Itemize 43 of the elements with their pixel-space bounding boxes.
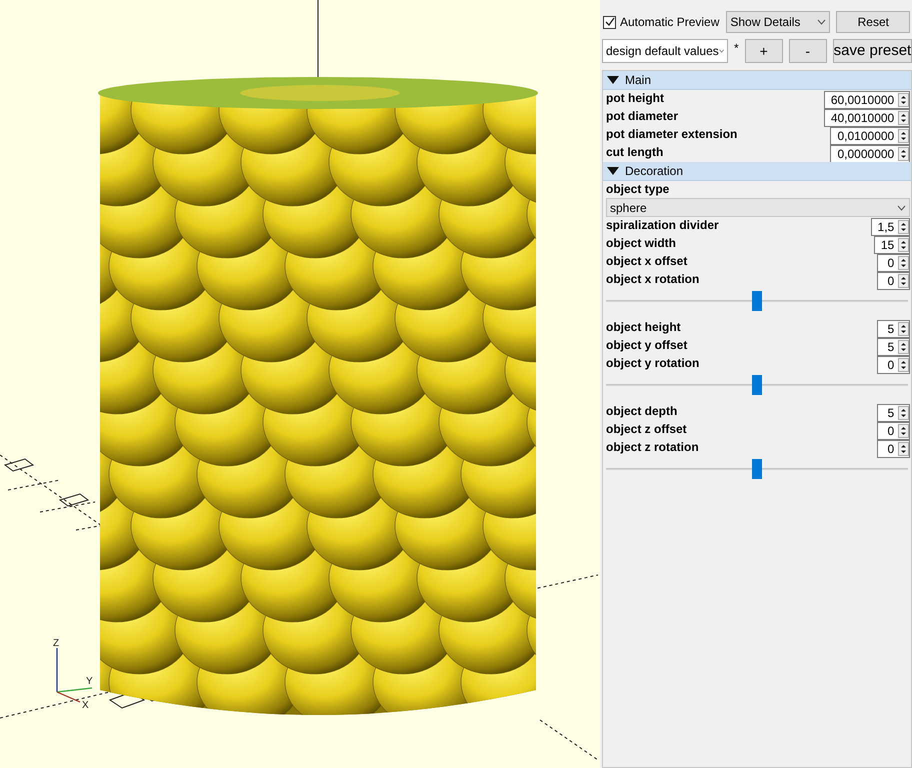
automatic-preview-checkbox[interactable]: Automatic Preview <box>602 13 720 31</box>
preset-dropdown[interactable]: design default values <box>602 39 728 63</box>
parameter-label: object type <box>606 181 670 198</box>
parameter-label: cut length <box>606 144 664 160</box>
parameter-label: object z rotation <box>606 439 699 455</box>
number-spinbox[interactable]: 60,0010000 <box>824 91 910 109</box>
object-type-dropdown[interactable]: sphere <box>606 198 910 217</box>
number-spinbox[interactable]: 1,5 <box>870 218 910 236</box>
number-spinbox[interactable]: 0,0100000 <box>830 127 910 145</box>
number-spinbox[interactable]: 40,0010000 <box>824 109 910 127</box>
add-preset-button[interactable]: + <box>744 39 783 63</box>
number-spinbox[interactable]: 0 <box>877 422 910 440</box>
parameter-label: object x rotation <box>606 271 700 287</box>
parameter-label: object width <box>606 235 676 251</box>
number-spinbox[interactable]: 15 <box>874 236 910 254</box>
number-spinbox[interactable]: 0 <box>877 440 910 458</box>
parameter-label: object y offset <box>606 337 688 353</box>
axis-label: Y <box>86 676 93 687</box>
number-spinbox[interactable]: 5 <box>877 338 910 356</box>
parameter-label: object depth <box>606 403 678 419</box>
section-header[interactable]: Decoration <box>603 162 912 181</box>
section-header[interactable]: Main <box>603 71 912 90</box>
parameter-label: spiralization divider <box>606 217 719 233</box>
parameter-label: object y rotation <box>606 355 700 371</box>
axis-label: X <box>82 700 89 711</box>
parameter-label: pot diameter extension <box>606 126 738 142</box>
modified-marker: * <box>734 40 739 57</box>
remove-preset-button[interactable]: - <box>788 39 827 63</box>
number-spinbox[interactable]: 5 <box>877 404 910 422</box>
number-spinbox[interactable]: 0 <box>877 272 910 290</box>
axis-label: Z <box>53 638 60 649</box>
number-spinbox[interactable]: 0 <box>877 356 910 374</box>
parameter-label: pot height <box>606 90 664 106</box>
parameter-label: object z offset <box>606 421 687 437</box>
number-spinbox[interactable]: 0 <box>877 254 910 272</box>
details-dropdown[interactable]: Show Details <box>726 11 830 33</box>
save-preset-button[interactable]: save preset <box>832 39 912 63</box>
parameter-label: object x offset <box>606 253 688 269</box>
number-spinbox[interactable]: 5 <box>877 320 910 338</box>
number-spinbox[interactable]: 0,0000000 <box>830 145 910 163</box>
reset-button[interactable]: Reset <box>836 11 910 33</box>
parameter-label: object height <box>606 319 681 335</box>
parameter-label: pot diameter <box>606 108 678 124</box>
